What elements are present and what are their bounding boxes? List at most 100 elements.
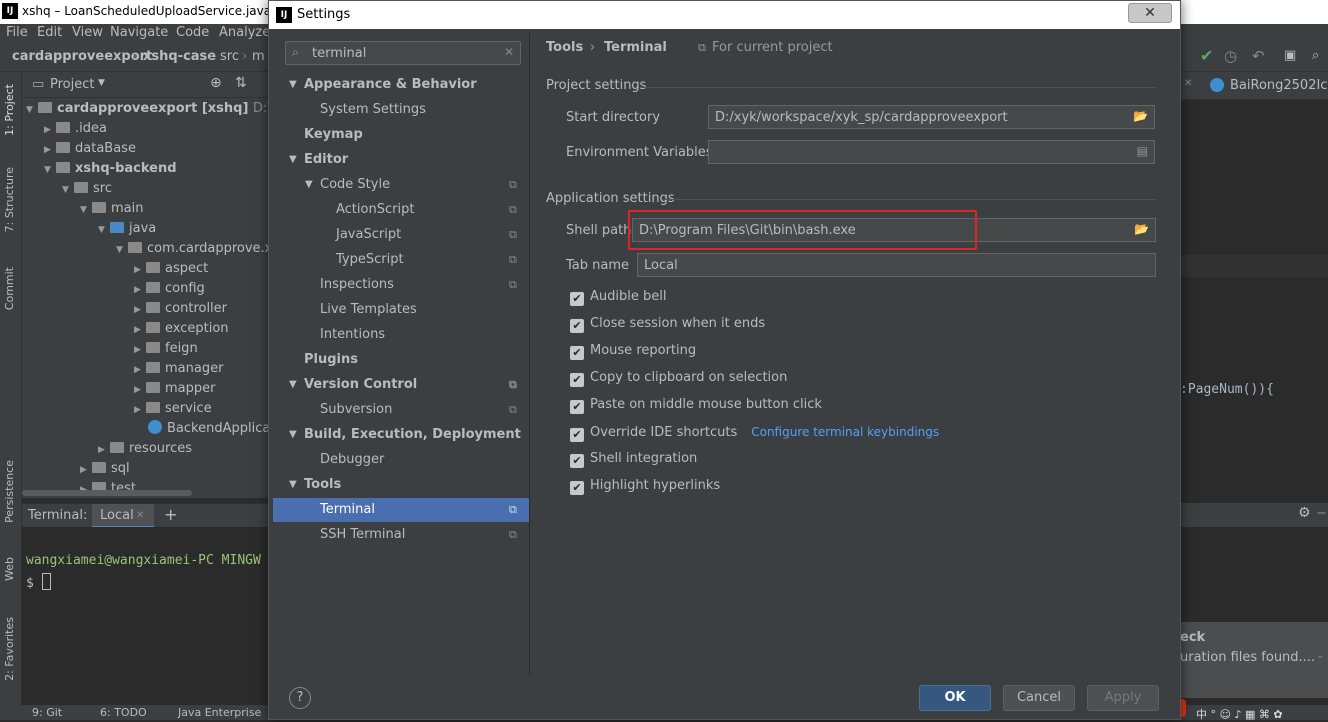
chevron-down-icon: ▼ <box>44 165 51 175</box>
checkbox-close-session[interactable]: ✔ Close session when it ends <box>570 315 765 333</box>
locate-crosshair-icon[interactable]: ⊕ <box>210 75 222 91</box>
nav-code-style[interactable]: ▼ Code Style ⧉ <box>273 173 529 197</box>
nav-tools[interactable]: ▼ Tools <box>273 473 529 497</box>
side-tab-web[interactable]: Web <box>3 557 16 581</box>
search-input[interactable] <box>312 44 498 62</box>
side-tab-commit[interactable]: Commit <box>3 267 16 310</box>
collapse-all-icon[interactable]: ⇅ <box>235 75 247 91</box>
edit-list-icon[interactable]: ▤ <box>1137 144 1148 158</box>
nav-subversion[interactable]: Subversion ⧉ <box>273 398 529 422</box>
nav-crumb-module[interactable]: xshq-case <box>143 49 216 64</box>
nav-crumb-src[interactable]: src <box>220 49 239 64</box>
nav-crumb-main[interactable]: m <box>252 49 265 64</box>
tree-item[interactable]: ▶ .idea <box>44 119 107 139</box>
folder-browse-icon[interactable]: 📂 <box>1134 222 1149 236</box>
nav-actionscript[interactable]: ActionScript ⧉ <box>273 198 529 222</box>
tree-item[interactable]: ▼ xshq-backend <box>44 159 177 179</box>
ok-button[interactable]: OK <box>919 685 991 711</box>
nav-version-control[interactable]: ▼ Version Control ⧉ <box>273 373 529 397</box>
env-vars-field[interactable]: ▤ <box>708 140 1155 164</box>
tree-item[interactable]: ▼ com.cardapprove.xs <box>116 239 272 259</box>
folder-browse-icon[interactable]: 📂 <box>1133 109 1148 123</box>
cancel-button[interactable]: Cancel <box>1003 685 1075 711</box>
minimize-panel-icon[interactable]: − <box>1316 506 1327 521</box>
close-dialog-button[interactable]: ✕ <box>1128 3 1172 23</box>
checkbox-override-shortcuts[interactable]: ✔ Override IDE shortcuts Configure termina… <box>570 423 939 442</box>
side-tab-persistence[interactable]: Persistence <box>3 460 16 523</box>
gear-icon[interactable]: ⚙ <box>1298 505 1311 521</box>
close-icon[interactable]: ✕ <box>136 510 144 521</box>
menu-edit[interactable]: Edit <box>37 25 62 40</box>
configure-keybindings-link[interactable]: Configure terminal keybindings <box>751 425 939 439</box>
rollback-icon[interactable]: ↶ <box>1252 47 1265 65</box>
nav-editor[interactable]: ▼ Editor <box>273 148 529 172</box>
chevron-down-icon[interactable]: ▼ <box>98 78 105 88</box>
chevron-down-icon[interactable]: ⌄ <box>1316 650 1324 661</box>
commit-check-icon[interactable]: ✔ <box>1200 46 1213 65</box>
nav-system-settings[interactable]: System Settings <box>273 98 529 122</box>
status-git[interactable]: 9: Git <box>32 706 62 719</box>
tree-item[interactable]: BackendApplicat <box>148 419 272 439</box>
apply-button[interactable]: Apply <box>1087 685 1159 711</box>
side-tab-project[interactable]: 1: Project <box>3 84 16 136</box>
menu-code[interactable]: Code <box>176 25 209 40</box>
nav-label: Tools <box>304 477 342 492</box>
checkbox-mouse-reporting[interactable]: ✔ Mouse reporting <box>570 342 696 360</box>
nav-debugger[interactable]: Debugger <box>273 448 529 472</box>
side-tab-structure[interactable]: 7: Structure <box>3 167 16 232</box>
tree-item[interactable]: ▼ main <box>80 199 143 219</box>
tree-item[interactable]: ▶ dataBase <box>44 139 136 159</box>
tree-item[interactable]: ▶ feign <box>134 339 198 359</box>
nav-inspections[interactable]: Inspections ⧉ <box>273 273 529 297</box>
tree-item[interactable]: ▶ resources <box>98 439 192 459</box>
project-panel-title[interactable]: Project <box>50 77 94 92</box>
checkbox-paste-middle-click[interactable]: ✔ Paste on middle mouse button click <box>570 396 822 414</box>
menu-file[interactable]: File <box>6 25 28 40</box>
status-java-enterprise[interactable]: Java Enterprise <box>178 706 261 719</box>
tab-name-field[interactable]: Local <box>637 253 1156 277</box>
nav-live-templates[interactable]: Live Templates <box>273 298 529 322</box>
checkbox-audible-bell[interactable]: ✔ Audible bell <box>570 288 666 306</box>
start-directory-field[interactable]: D:/xyk/workspace/xyk_sp/cardapproveexpor… <box>708 105 1155 129</box>
nav-typescript[interactable]: TypeScript ⧉ <box>273 248 529 272</box>
search-everywhere-icon[interactable]: ⌕ <box>1312 48 1319 63</box>
tree-item[interactable]: ▶ service <box>134 399 212 419</box>
tree-item[interactable]: ▶ manager <box>134 359 223 379</box>
checkbox-highlight-hyperlinks[interactable]: ✔ Highlight hyperlinks <box>570 477 720 495</box>
checkbox-copy-to-clipboard[interactable]: ✔ Copy to clipboard on selection <box>570 369 787 387</box>
status-todo[interactable]: 6: TODO <box>100 706 147 719</box>
side-tab-favorites[interactable]: 2: Favorites <box>3 617 16 681</box>
history-clock-icon[interactable]: ◷ <box>1224 47 1237 65</box>
tree-item[interactable]: ▶ aspect <box>134 259 208 279</box>
clear-search-icon[interactable]: ✕ <box>504 45 514 59</box>
tree-item[interactable]: ▶ mapper <box>134 379 215 399</box>
tree-item[interactable]: ▼cardapproveexport [xshq] D:\xyk\ <box>26 99 272 119</box>
project-structure-icon[interactable]: ▣ <box>1284 48 1296 63</box>
close-icon[interactable]: ✕ <box>1184 78 1192 89</box>
nav-build-execution-deployment[interactable]: ▼ Build, Execution, Deployment <box>273 423 529 447</box>
terminal-output[interactable]: wangxiamei@wangxiamei-PC MINGW $ <box>22 527 272 705</box>
terminal-tab-local[interactable]: Local <box>100 508 134 523</box>
nav-plugins[interactable]: Plugins <box>273 348 529 372</box>
nav-keymap[interactable]: Keymap <box>273 123 529 147</box>
nav-intentions[interactable]: Intentions <box>273 323 529 347</box>
checkbox-shell-integration[interactable]: ✔ Shell integration <box>570 450 697 468</box>
tree-item[interactable]: ▶ config <box>134 279 205 299</box>
tree-item[interactable]: ▼ java <box>98 219 156 239</box>
nav-javascript[interactable]: JavaScript ⧉ <box>273 223 529 247</box>
help-button[interactable]: ? <box>289 687 311 709</box>
horizontal-scrollbar[interactable] <box>22 490 192 496</box>
menu-view[interactable]: View <box>72 25 103 40</box>
menu-navigate[interactable]: Navigate <box>110 25 168 40</box>
editor-tab[interactable]: BaiRong2502Ic <box>1230 78 1327 93</box>
settings-search[interactable]: ⌕ ✕ <box>285 41 521 65</box>
nav-appearance-behavior[interactable]: ▼ Appearance & Behavior <box>273 73 529 97</box>
add-terminal-icon[interactable]: + <box>164 505 177 524</box>
tree-item[interactable]: ▶ controller <box>134 299 227 319</box>
menu-analyze[interactable]: Analyze <box>219 25 270 40</box>
nav-terminal[interactable]: Terminal ⧉ <box>273 498 529 522</box>
tree-item[interactable]: ▶ sql <box>80 459 130 479</box>
tree-item[interactable]: ▼ src <box>62 179 112 199</box>
nav-ssh-terminal[interactable]: SSH Terminal ⧉ <box>273 523 529 547</box>
tree-item[interactable]: ▶ exception <box>134 319 229 339</box>
